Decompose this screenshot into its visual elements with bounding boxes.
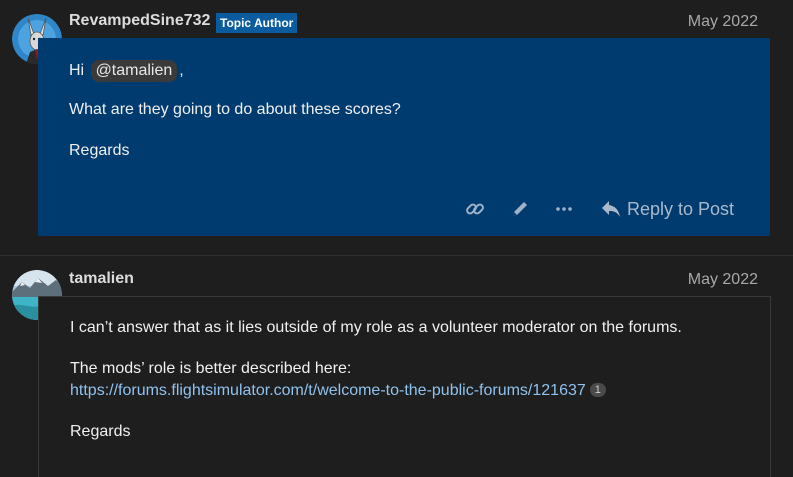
edit-button[interactable] [508, 196, 532, 222]
mention-tamalien[interactable]: @tamalien [90, 60, 178, 82]
post-date[interactable]: May 2022 [688, 13, 758, 31]
pencil-icon [513, 202, 527, 216]
mods-role-text: The mods’ role is better described here: [70, 360, 352, 377]
post-date[interactable]: May 2022 [688, 271, 758, 289]
greeting-line: Hi @tamalien, [69, 60, 184, 82]
link-icon [466, 203, 484, 215]
link-click-count: 1 [589, 383, 606, 397]
greeting-text: Hi [69, 62, 85, 79]
signoff-text: Regards [69, 142, 130, 159]
reply-to-post-button[interactable]: Reply to Post [601, 196, 741, 222]
ellipsis-icon [556, 207, 572, 211]
post-revampedsine732: RevampedSine732 Topic Author May 2022 Hi… [0, 0, 793, 245]
username[interactable]: RevampedSine732 [69, 12, 210, 30]
reply-label: Reply to Post [627, 198, 735, 219]
signoff-text: Regards [70, 423, 131, 440]
forum-link[interactable]: https://forums.flightsimulator.com/t/wel… [70, 382, 586, 399]
username[interactable]: tamalien [69, 270, 134, 288]
post-body: Hi @tamalien, What are they going to do … [38, 38, 770, 236]
more-options-button[interactable] [552, 196, 576, 222]
post-tamalien: tamalien May 2022 I can’t answer that as… [0, 255, 793, 477]
post-actions: Reply to Post [38, 196, 770, 222]
reply-icon [602, 201, 620, 217]
link-line: https://forums.flightsimulator.com/t/wel… [70, 382, 606, 400]
answer-text: I can’t answer that as it lies outside o… [70, 319, 682, 336]
greeting-suffix: , [179, 62, 184, 79]
post-body: I can’t answer that as it lies outside o… [38, 296, 771, 477]
question-text: What are they going to do about these sc… [69, 101, 401, 118]
copy-link-button[interactable] [463, 196, 487, 222]
topic-author-badge: Topic Author [216, 13, 298, 33]
